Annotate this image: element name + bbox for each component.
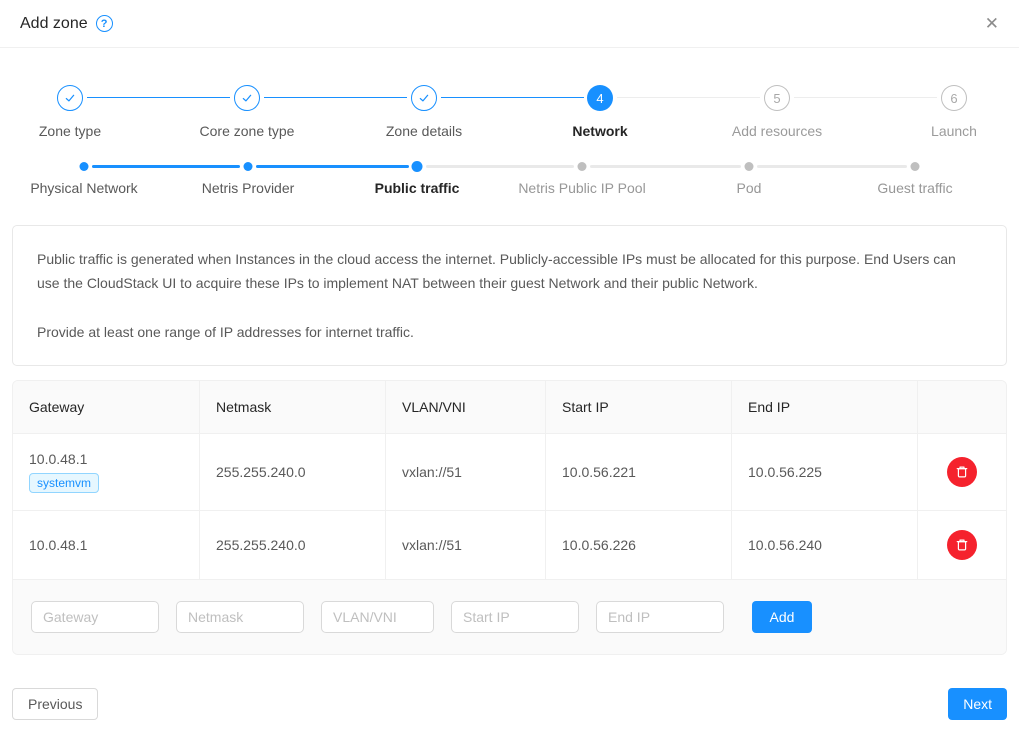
table-row: 10.0.48.1 systemvm 255.255.240.0 vxlan:/…	[13, 433, 1006, 510]
vlan-cell: vxlan://51	[386, 434, 546, 510]
modal-footer: Previous Next	[12, 688, 1007, 720]
page-title: Add zone	[20, 15, 88, 33]
check-circle-icon	[57, 85, 83, 111]
step-core-zone-type[interactable]	[234, 48, 260, 111]
column-header-netmask: Netmask	[200, 381, 386, 433]
substep-label: Netris Public IP Pool	[518, 180, 645, 196]
substep-dot-physical-network[interactable]	[80, 162, 89, 171]
table-header-row: Gateway Netmask VLAN/VNI Start IP End IP	[13, 381, 1006, 433]
step-launch[interactable]: 6	[941, 48, 967, 111]
gateway-cell: 10.0.48.1 systemvm	[13, 434, 200, 510]
vlan-input[interactable]	[321, 601, 434, 633]
delete-row-button[interactable]	[947, 457, 977, 487]
table-row: 10.0.48.1 255.255.240.0 vxlan://51 10.0.…	[13, 510, 1006, 579]
vlan-cell: vxlan://51	[386, 511, 546, 579]
step-label: Network	[572, 123, 627, 139]
substep-connector	[92, 165, 240, 168]
end-ip-cell: 10.0.56.240	[732, 511, 918, 579]
step-zone-type[interactable]	[57, 48, 83, 111]
actions-cell	[918, 434, 1006, 510]
check-circle-icon	[411, 85, 437, 111]
column-header-vlan: VLAN/VNI	[386, 381, 546, 433]
step-number-badge: 4	[587, 85, 613, 111]
trash-icon	[955, 465, 969, 479]
substep-label: Netris Provider	[202, 180, 295, 196]
step-label: Add resources	[732, 123, 822, 139]
next-button[interactable]: Next	[948, 688, 1007, 720]
step-add-resources[interactable]: 5	[764, 48, 790, 111]
substep-label: Pod	[737, 180, 762, 196]
substep-connector	[757, 165, 907, 168]
previous-button[interactable]: Previous	[12, 688, 98, 720]
step-number-badge: 5	[764, 85, 790, 111]
gateway-input[interactable]	[31, 601, 159, 633]
substep-connector	[426, 165, 574, 168]
step-connector	[441, 97, 584, 98]
column-header-gateway: Gateway	[13, 381, 200, 433]
public-traffic-info-box: Public traffic is generated when Instanc…	[12, 225, 1007, 366]
gateway-cell: 10.0.48.1	[13, 511, 200, 579]
start-ip-input[interactable]	[451, 601, 579, 633]
info-paragraph: Provide at least one range of IP address…	[37, 320, 982, 344]
netmask-input[interactable]	[176, 601, 304, 633]
netmask-cell: 255.255.240.0	[200, 511, 386, 579]
help-icon[interactable]: ?	[96, 15, 113, 32]
step-network[interactable]: 4	[587, 48, 613, 111]
substep-label: Guest traffic	[877, 180, 952, 196]
step-label: Zone details	[386, 123, 462, 139]
step-zone-details[interactable]	[411, 48, 437, 111]
substep-dot-guest-traffic[interactable]	[911, 162, 920, 171]
info-paragraph: Public traffic is generated when Instanc…	[37, 247, 982, 295]
step-connector	[794, 97, 937, 98]
modal-header: Add zone ? ✕	[0, 0, 1019, 48]
end-ip-cell: 10.0.56.225	[732, 434, 918, 510]
substep-label: Physical Network	[30, 180, 137, 196]
delete-row-button[interactable]	[947, 530, 977, 560]
actions-cell	[918, 511, 1006, 579]
network-substepper: Physical Network Netris Provider Public …	[0, 143, 1019, 205]
substep-connector	[256, 165, 409, 168]
step-label: Core zone type	[200, 123, 295, 139]
wizard-stepper: 4 5 6 Zone type Core zone type Zone deta…	[0, 48, 1019, 143]
add-zone-modal: Add zone ? ✕ 4 5	[0, 0, 1019, 736]
step-connector	[617, 97, 760, 98]
substep-dot-netris-provider[interactable]	[244, 162, 253, 171]
end-ip-input[interactable]	[596, 601, 724, 633]
start-ip-cell: 10.0.56.221	[546, 434, 732, 510]
add-range-row: Add	[13, 579, 1006, 654]
substep-label: Public traffic	[375, 180, 460, 196]
substep-dot-pod[interactable]	[745, 162, 754, 171]
column-header-actions	[918, 381, 1006, 433]
ip-range-table: Gateway Netmask VLAN/VNI Start IP End IP…	[12, 380, 1007, 655]
substep-dot-public-traffic[interactable]	[412, 161, 423, 172]
netmask-cell: 255.255.240.0	[200, 434, 386, 510]
add-button[interactable]: Add	[752, 601, 812, 633]
close-icon[interactable]: ✕	[985, 15, 999, 32]
step-connector	[87, 97, 230, 98]
check-circle-icon	[234, 85, 260, 111]
column-header-start-ip: Start IP	[546, 381, 732, 433]
systemvm-tag: systemvm	[29, 473, 99, 493]
start-ip-cell: 10.0.56.226	[546, 511, 732, 579]
step-label: Launch	[931, 123, 977, 139]
substep-connector	[590, 165, 741, 168]
trash-icon	[955, 538, 969, 552]
column-header-end-ip: End IP	[732, 381, 918, 433]
step-number-badge: 6	[941, 85, 967, 111]
step-connector	[264, 97, 407, 98]
substep-dot-netris-public-ip-pool[interactable]	[578, 162, 587, 171]
step-label: Zone type	[39, 123, 101, 139]
